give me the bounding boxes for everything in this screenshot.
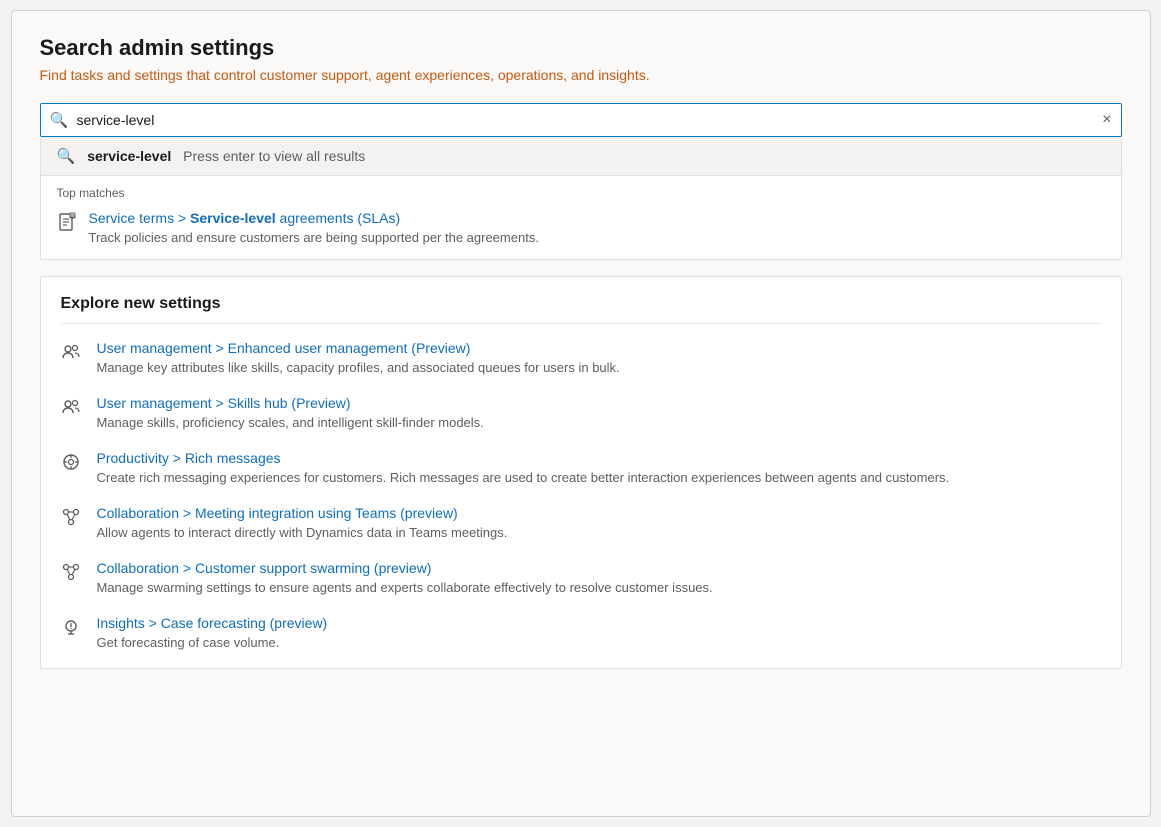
explore-item-desc-1: Manage skills, proficiency scales, and i… xyxy=(97,415,484,430)
search-suggestion-row[interactable]: 🔍 service-level Press enter to view all … xyxy=(40,137,1122,176)
document-icon xyxy=(57,212,77,237)
match-link-highlight: Service-level xyxy=(190,210,276,226)
explore-item-0: User management > Enhanced user manageme… xyxy=(61,340,1101,375)
page-title: Search admin settings xyxy=(40,35,1122,61)
search-input[interactable] xyxy=(40,103,1122,137)
explore-item-content-3: Collaboration > Meeting integration usin… xyxy=(97,505,508,540)
explore-item-content-2: Productivity > Rich messages Create rich… xyxy=(97,450,950,485)
explore-item-desc-5: Get forecasting of case volume. xyxy=(97,635,328,650)
insights-icon xyxy=(61,617,83,642)
explore-section: Explore new settings User management > E… xyxy=(40,276,1122,669)
explore-item-desc-0: Manage key attributes like skills, capac… xyxy=(97,360,620,375)
explore-item-content-1: User management > Skills hub (Preview) M… xyxy=(97,395,484,430)
explore-item-2: Productivity > Rich messages Create rich… xyxy=(61,450,1101,485)
explore-item-link-1[interactable]: User management > Skills hub (Preview) xyxy=(97,395,351,411)
search-wrapper: 🔍 × xyxy=(40,103,1122,137)
page-container: Search admin settings Find tasks and set… xyxy=(11,10,1151,817)
explore-title: Explore new settings xyxy=(61,295,1101,324)
users-icon-1 xyxy=(61,397,83,422)
explore-item-desc-4: Manage swarming settings to ensure agent… xyxy=(97,580,713,595)
suggestion-text: service-level Press enter to view all re… xyxy=(87,148,365,164)
top-matches-section: Top matches Service terms > Service-leve… xyxy=(40,176,1122,260)
collaboration-icon-1 xyxy=(61,562,83,587)
search-icon: 🔍 xyxy=(50,111,69,129)
explore-item-content-4: Collaboration > Customer support swarmin… xyxy=(97,560,713,595)
top-matches-label: Top matches xyxy=(57,186,1105,200)
explore-item-link-5[interactable]: Insights > Case forecasting (preview) xyxy=(97,615,328,631)
match-link-post: agreements (SLAs) xyxy=(276,210,401,226)
match-item: Service terms > Service-level agreements… xyxy=(57,210,1105,245)
suggestion-hint: Press enter to view all results xyxy=(183,148,365,164)
match-link[interactable]: Service terms > Service-level agreements… xyxy=(89,210,401,226)
suggestion-bold: service-level xyxy=(87,148,171,164)
explore-item-5: Insights > Case forecasting (preview) Ge… xyxy=(61,615,1101,650)
explore-item-desc-2: Create rich messaging experiences for cu… xyxy=(97,470,950,485)
explore-item-desc-3: Allow agents to interact directly with D… xyxy=(97,525,508,540)
explore-item-3: Collaboration > Meeting integration usin… xyxy=(61,505,1101,540)
users-icon-0 xyxy=(61,342,83,367)
match-content: Service terms > Service-level agreements… xyxy=(89,210,539,245)
suggestion-search-icon: 🔍 xyxy=(57,147,76,165)
page-subtitle: Find tasks and settings that control cus… xyxy=(40,67,1122,83)
explore-item-link-0[interactable]: User management > Enhanced user manageme… xyxy=(97,340,471,356)
collaboration-icon-0 xyxy=(61,507,83,532)
match-link-pre: Service terms > xyxy=(89,210,191,226)
explore-item-4: Collaboration > Customer support swarmin… xyxy=(61,560,1101,595)
explore-item-link-4[interactable]: Collaboration > Customer support swarmin… xyxy=(97,560,432,576)
explore-item-content-0: User management > Enhanced user manageme… xyxy=(97,340,620,375)
search-clear-button[interactable]: × xyxy=(1102,112,1111,128)
explore-item-1: User management > Skills hub (Preview) M… xyxy=(61,395,1101,430)
explore-item-link-3[interactable]: Collaboration > Meeting integration usin… xyxy=(97,505,458,521)
explore-item-link-2[interactable]: Productivity > Rich messages xyxy=(97,450,281,466)
productivity-icon xyxy=(61,452,83,477)
match-description: Track policies and ensure customers are … xyxy=(89,230,539,245)
explore-item-content-5: Insights > Case forecasting (preview) Ge… xyxy=(97,615,328,650)
